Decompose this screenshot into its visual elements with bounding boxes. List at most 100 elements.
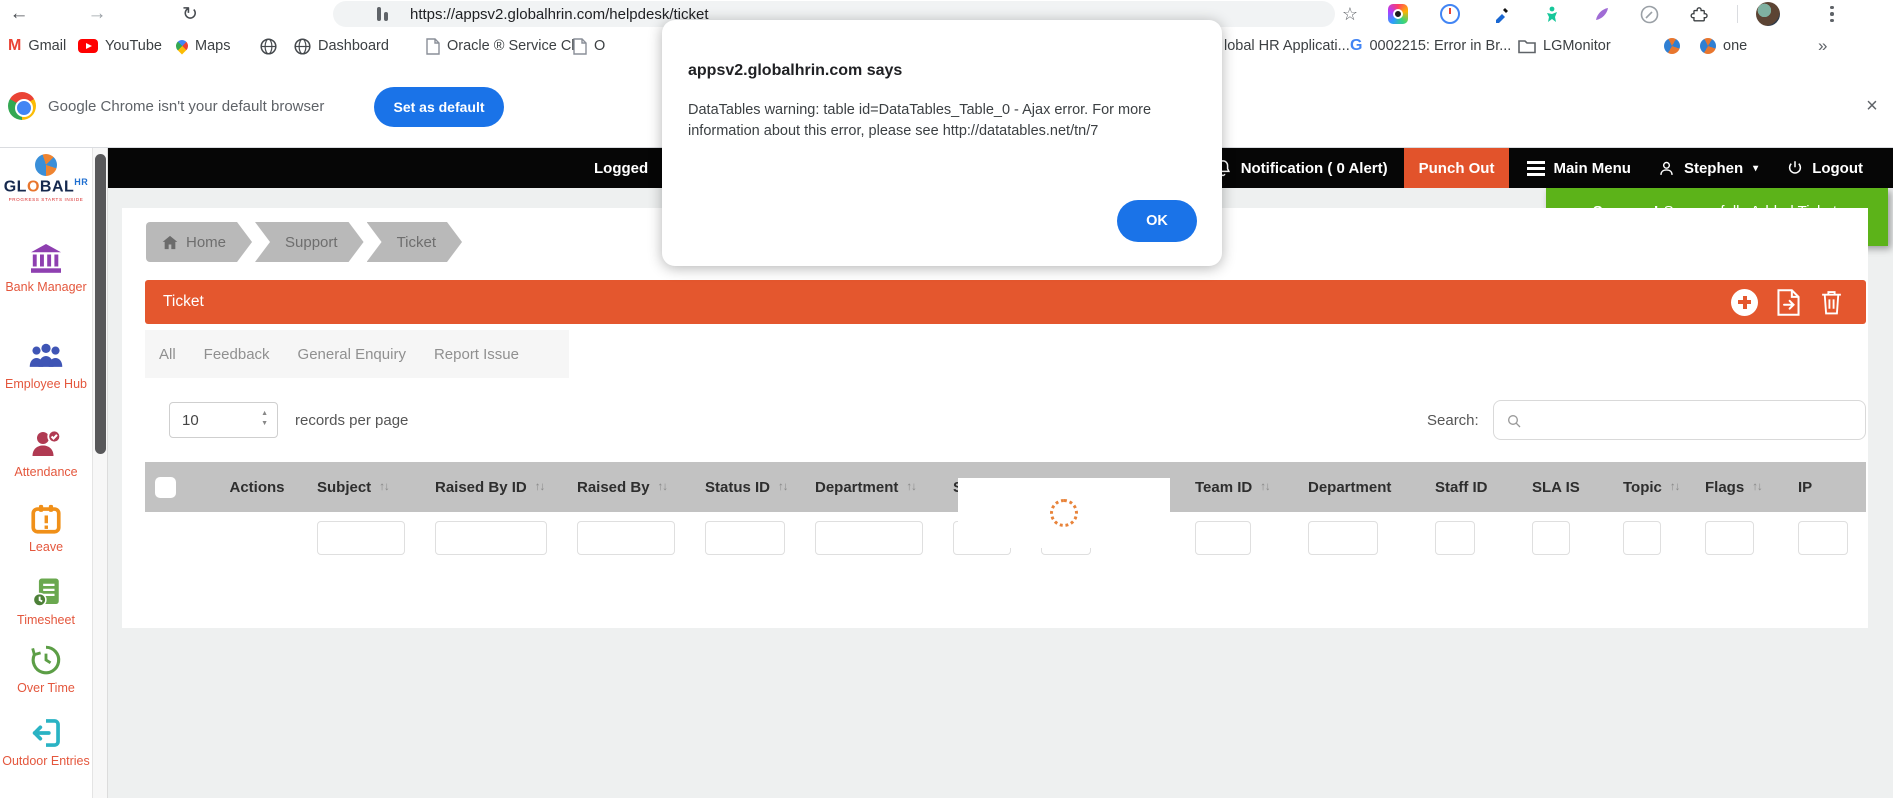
filter-input-ip[interactable]	[1798, 521, 1848, 555]
scrollbar-thumb[interactable]	[95, 154, 106, 454]
sort-icons[interactable]: ↑↓	[535, 481, 545, 493]
sort-icons[interactable]: ↑↓	[658, 481, 668, 493]
sort-icons[interactable]: ↑↓	[379, 481, 389, 493]
bookmark-youtube[interactable]: YouTube	[78, 28, 162, 64]
back-icon[interactable]: ←	[4, 0, 34, 28]
profile-avatar[interactable]	[1756, 2, 1780, 26]
records-per-page-select[interactable]: 10 ▲▼	[169, 402, 278, 438]
breadcrumb-support[interactable]: Support	[255, 222, 364, 262]
loading-overlay	[958, 478, 1170, 548]
sidebar-item-bank-manager[interactable]: Bank Manager	[0, 240, 92, 297]
sort-icons[interactable]: ↑↓	[1670, 481, 1679, 493]
globalhr-favicon	[1700, 38, 1716, 54]
sidebar-item-over-time[interactable]: Over Time	[0, 641, 92, 698]
bookmark-o-partial[interactable]: O	[573, 28, 605, 64]
select-all-checkbox[interactable]	[155, 477, 176, 498]
reload-icon[interactable]: ↻	[175, 0, 205, 28]
set-as-default-button[interactable]: Set as default	[374, 87, 504, 127]
sidebar-item-timesheet[interactable]: Timesheet	[0, 573, 92, 630]
column-header-subject[interactable]: Subject↑↓	[305, 479, 423, 496]
user-menu[interactable]: Stephen ▾	[1657, 159, 1758, 178]
bookmark-dashboard[interactable]: Dashboard	[294, 28, 389, 64]
sort-icons[interactable]: ↑↓	[1752, 481, 1762, 493]
sidebar-item-employee-hub[interactable]: Employee Hub	[0, 337, 92, 394]
column-header-status-id[interactable]: Status ID↑↓	[693, 479, 803, 496]
column-header-department[interactable]: Department↑↓	[803, 479, 941, 496]
extension-feather-icon[interactable]	[1590, 2, 1614, 26]
filter-input-sla-is[interactable]	[1532, 521, 1570, 555]
browser-menu-icon[interactable]	[1820, 2, 1844, 26]
column-header-department-2[interactable]: Department↑↓	[1269, 479, 1396, 496]
notification-button[interactable]: Notification ( 0 Alert)	[1213, 158, 1388, 178]
sort-icons[interactable]: ↑↓	[1260, 481, 1269, 493]
delete-trash-icon[interactable]	[1819, 288, 1844, 316]
sidebar-item-leave[interactable]: Leave	[0, 500, 92, 557]
filter-input-topic[interactable]	[1623, 521, 1661, 555]
extensions-puzzle-icon[interactable]	[1687, 2, 1711, 26]
search-input[interactable]	[1530, 402, 1860, 438]
url-text[interactable]: https://appsv2.globalhrin.com/helpdesk/t…	[410, 6, 709, 23]
filter-input-team-id[interactable]	[1195, 521, 1251, 555]
bookmark-maps[interactable]: Maps	[176, 28, 230, 64]
punch-out-button[interactable]: Punch Out	[1404, 148, 1510, 188]
extension-clock-icon[interactable]	[1438, 2, 1462, 26]
select-stepper-icons: ▲▼	[261, 409, 268, 429]
column-header-raised-by[interactable]: Raised By↑↓	[565, 479, 693, 496]
site-settings-icon[interactable]	[377, 7, 388, 21]
filter-input-department-2[interactable]	[1308, 521, 1378, 555]
extension-figure-icon[interactable]	[1540, 2, 1564, 26]
add-ticket-icon[interactable]	[1731, 289, 1758, 316]
bookmark-globe[interactable]	[260, 28, 277, 64]
bookmarks-overflow-chevron[interactable]: »	[1818, 28, 1827, 64]
tab-report-issue[interactable]: Report Issue	[434, 346, 519, 363]
sort-icons[interactable]: ↑↓	[778, 481, 788, 493]
bookmark-star-icon[interactable]: ☆	[1338, 2, 1362, 26]
filter-input-status-id[interactable]	[705, 521, 785, 555]
globalhr-globe-icon	[35, 154, 57, 176]
globalhr-logo[interactable]: GLOBALHR PROGRESS STARTS INSIDE	[0, 154, 92, 202]
tab-general-enquiry[interactable]: General Enquiry	[298, 346, 406, 363]
logout-button[interactable]: Logout	[1786, 159, 1863, 177]
column-header-staff-id[interactable]: Staff ID↑↓	[1396, 479, 1493, 496]
sidebar-item-attendance[interactable]: Attendance	[0, 425, 92, 482]
bookmark-gmail[interactable]: M Gmail	[8, 28, 66, 64]
extension-camera-icon[interactable]	[1386, 2, 1410, 26]
column-header-raised-by-id[interactable]: Raised By ID↑↓	[423, 479, 565, 496]
export-document-icon[interactable]	[1775, 288, 1802, 317]
column-header-ip[interactable]: IP	[1772, 479, 1866, 496]
filter-input-flags[interactable]	[1705, 521, 1754, 555]
search-box	[1493, 400, 1866, 440]
filter-input-subject[interactable]	[317, 521, 405, 555]
bookmark-oracle[interactable]: Oracle ® Service Cl...	[426, 28, 587, 64]
dialog-ok-button[interactable]: OK	[1117, 200, 1197, 242]
bookmark-folder-lgmonitor[interactable]: LGMonitor	[1518, 28, 1611, 64]
extension-pencil-icon[interactable]	[1637, 2, 1661, 26]
filter-input-raised-by-id[interactable]	[435, 521, 547, 555]
main-menu-button[interactable]: Main Menu	[1527, 160, 1631, 177]
bookmark-error[interactable]: G 0002215: Error in Br...	[1350, 28, 1511, 64]
bookmark-one[interactable]: one	[1700, 28, 1747, 64]
overtime-clock-icon	[0, 641, 92, 679]
sidebar-scrollbar[interactable]	[92, 148, 108, 798]
globalhr-favicon	[1664, 38, 1680, 54]
column-header-sla-is[interactable]: SLA IS↑↓	[1493, 479, 1588, 496]
sort-icons[interactable]: ↑↓	[906, 481, 916, 493]
filter-input-raised-by[interactable]	[577, 521, 675, 555]
notice-close-icon[interactable]: ×	[1856, 90, 1888, 122]
breadcrumb-home[interactable]: Home	[146, 222, 252, 262]
column-header-topic[interactable]: Topic↑↓	[1588, 479, 1679, 496]
tab-all[interactable]: All	[159, 346, 176, 363]
forward-icon[interactable]: →	[82, 0, 112, 28]
folder-icon	[1518, 39, 1536, 54]
filter-input-department[interactable]	[815, 521, 923, 555]
sidebar-item-outdoor-entries[interactable]: Outdoor Entries	[0, 714, 92, 771]
bookmark-global-hr[interactable]: lobal HR Applicati...	[1224, 28, 1350, 64]
breadcrumb-ticket[interactable]: Ticket	[367, 222, 462, 262]
column-header-flags[interactable]: Flags↑↓	[1679, 479, 1772, 496]
bookmark-sphere[interactable]	[1664, 28, 1680, 64]
extension-eyedropper-icon[interactable]	[1490, 2, 1514, 26]
page-icon	[573, 38, 587, 55]
tab-feedback[interactable]: Feedback	[204, 346, 270, 363]
person-icon	[1657, 159, 1676, 178]
filter-input-staff-id[interactable]	[1435, 521, 1475, 555]
